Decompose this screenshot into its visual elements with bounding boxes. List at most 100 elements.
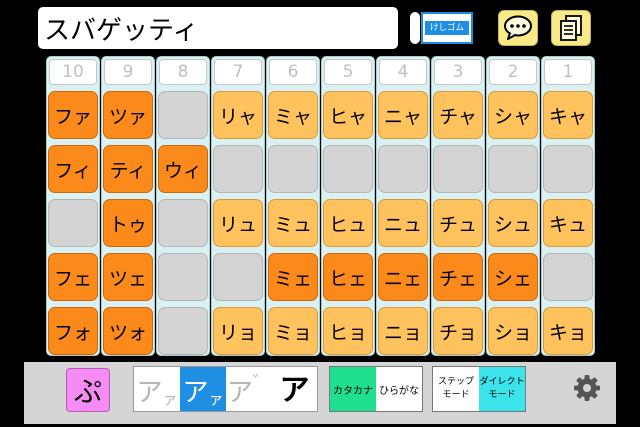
document-copy-icon [560, 15, 582, 41]
speech-bubble-icon [504, 15, 532, 40]
kana-key[interactable]: ショ [488, 307, 538, 355]
kana-key[interactable]: ヒャ [323, 91, 373, 139]
kana-key[interactable]: リョ [213, 307, 263, 355]
kana-key[interactable]: ツォ [103, 307, 153, 355]
kana-key[interactable]: ヒュ [323, 199, 373, 247]
kana-key[interactable]: ニャ [378, 91, 428, 139]
step-mode-button[interactable]: ステップ モード [433, 367, 479, 411]
kana-key[interactable]: ウィ [158, 145, 208, 193]
kana-key[interactable]: チェ [433, 253, 483, 301]
kana-key[interactable]: トゥ [103, 199, 153, 247]
kana-key[interactable]: ヒェ [323, 253, 373, 301]
char-size-selector: ア ァ ア ァ ア ゛ ア [133, 366, 318, 412]
empty-kana-key [158, 91, 208, 139]
kana-key[interactable]: チョ [433, 307, 483, 355]
keyboard-column: 9 ツァティトゥツェツォ [101, 56, 155, 356]
empty-kana-key [268, 145, 318, 193]
keyboard-column: 8 ウィ [156, 56, 210, 356]
kana-key[interactable]: ツェ [103, 253, 153, 301]
keyboard-column: 6 ミャ ミュ ミェ ミョ [266, 56, 320, 356]
kana-key[interactable]: フィ [48, 145, 98, 193]
size-option-small: ァ [208, 390, 224, 408]
settings-button[interactable] [572, 373, 602, 403]
empty-kana-key [543, 253, 593, 301]
keyboard-column: 1 キャキュキョ [541, 56, 595, 356]
kana-key[interactable]: ミュ [268, 199, 318, 247]
column-number: 10 [49, 59, 97, 85]
composed-text: スバゲッティ [44, 15, 199, 46]
keyboard-column: 4 ニャニュニェニョ [376, 56, 430, 356]
kana-mode-toggle: カタカナ ひらがな [329, 366, 423, 412]
keyboard-column: 5 ヒャヒュヒェヒョ [321, 56, 375, 356]
step-mode-label-2: モード [442, 390, 470, 400]
memo-button[interactable] [551, 10, 591, 46]
kana-key[interactable]: ティ [103, 145, 153, 193]
keyboard-column: 7 リャリュリョ [211, 56, 265, 356]
kana-key[interactable]: ファ [48, 91, 98, 139]
column-number: 9 [104, 59, 152, 85]
kana-key[interactable]: ミョ [268, 307, 318, 355]
size-option-big: ア [279, 373, 310, 408]
empty-kana-key [213, 253, 263, 301]
size-option-small: ゛ [253, 373, 271, 394]
keyboard-column: 10 ファフィフェフォ [46, 56, 100, 356]
direct-mode-label-2: モード [488, 390, 516, 400]
column-number: 7 [214, 59, 262, 85]
size-option-small-kana[interactable]: ア ァ [180, 367, 226, 411]
kana-key[interactable]: キュ [543, 199, 593, 247]
empty-kana-key [488, 145, 538, 193]
kana-key[interactable]: シュ [488, 199, 538, 247]
empty-kana-key [158, 253, 208, 301]
kana-key[interactable]: チャ [433, 91, 483, 139]
kana-key[interactable]: リュ [213, 199, 263, 247]
empty-kana-key [323, 145, 373, 193]
size-option-small: ァ [162, 390, 178, 408]
kana-key[interactable]: フォ [48, 307, 98, 355]
column-number: 5 [324, 59, 372, 85]
kana-key[interactable]: フェ [48, 253, 98, 301]
column-number: 8 [159, 59, 207, 85]
keyboard-column: 2 シャ シュ シェ ショ [486, 56, 540, 356]
input-mode-toggle: ステップ モード ダイレクト モード [432, 366, 526, 412]
empty-kana-key [433, 145, 483, 193]
size-option-dakuten[interactable]: ア ゛ [226, 367, 272, 411]
bottom-panel [24, 362, 616, 424]
dakuten-label: ぷ [73, 375, 102, 408]
keyboard-column: 3 チャチュチェチョ [431, 56, 485, 356]
kana-key[interactable]: チュ [433, 199, 483, 247]
empty-kana-key [48, 199, 98, 247]
kana-key[interactable]: リャ [213, 91, 263, 139]
column-number: 1 [544, 59, 592, 85]
kana-key[interactable]: ニェ [378, 253, 428, 301]
gear-icon [574, 375, 600, 401]
size-option-large[interactable]: ア [272, 367, 317, 411]
empty-kana-key [543, 145, 593, 193]
hiragana-mode-button[interactable]: ひらがな [376, 367, 422, 411]
eraser-button[interactable]: けしゴム [421, 12, 473, 44]
dakuten-button[interactable]: ぷ [66, 368, 110, 412]
kana-key[interactable]: ツァ [103, 91, 153, 139]
kana-key[interactable]: ヒョ [323, 307, 373, 355]
step-mode-label-1: ステップ [437, 377, 474, 387]
hiragana-mode-label: ひらがな [379, 385, 419, 397]
size-option-big: ア [136, 378, 163, 408]
kana-key[interactable]: ミェ [268, 253, 318, 301]
direct-mode-button[interactable]: ダイレクト モード [479, 367, 525, 411]
text-display: スバゲッティ [38, 7, 398, 49]
size-option-big: ア [182, 378, 209, 408]
column-number: 3 [434, 59, 482, 85]
speak-button[interactable] [498, 10, 538, 46]
kana-key[interactable]: ミャ [268, 91, 318, 139]
kana-key[interactable]: ニュ [378, 199, 428, 247]
kana-key[interactable]: キャ [543, 91, 593, 139]
size-option-normal[interactable]: ア ァ [134, 367, 180, 411]
kana-key[interactable]: キョ [543, 307, 593, 355]
size-option-big: ア [226, 378, 253, 408]
katakana-mode-button[interactable]: カタカナ [330, 367, 376, 411]
kana-key[interactable]: シャ [488, 91, 538, 139]
column-number: 4 [379, 59, 427, 85]
eraser-label: けしゴム [425, 21, 469, 35]
cursor-handle[interactable] [410, 12, 420, 44]
kana-key[interactable]: シェ [488, 253, 538, 301]
kana-key[interactable]: ニョ [378, 307, 428, 355]
